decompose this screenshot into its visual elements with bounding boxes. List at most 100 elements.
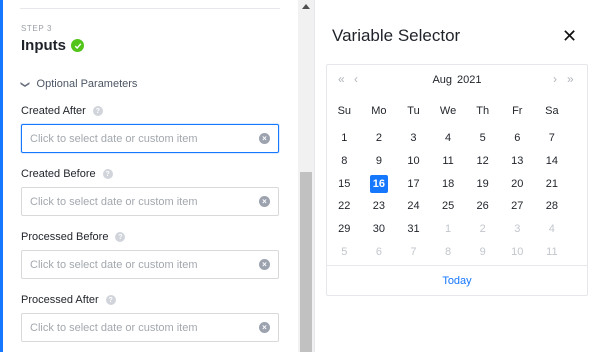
day-cell[interactable]: 7	[535, 129, 570, 147]
day-cell[interactable]: 21	[535, 175, 570, 193]
day-number: 7	[410, 245, 417, 258]
day-cell[interactable]: 17	[396, 175, 431, 193]
day-number: 20	[511, 177, 524, 190]
day-cell[interactable]: 5	[327, 243, 362, 261]
day-cell[interactable]: 1	[431, 220, 466, 238]
day-cell[interactable]: 12	[465, 152, 500, 170]
day-cell[interactable]: 30	[362, 220, 397, 238]
prev-month-icon[interactable]: ‹	[354, 72, 358, 86]
day-cell[interactable]: 1	[327, 129, 362, 147]
calendar-month[interactable]: Aug	[432, 74, 452, 86]
selected-day-cell[interactable]: 16	[362, 174, 397, 193]
day-cell[interactable]: 3	[500, 220, 535, 238]
date-picker-calendar: « ‹ Aug 2021 › » Su Mo Tu We Th Fr Sa 12345678…	[326, 64, 588, 296]
calendar-year[interactable]: 2021	[457, 74, 481, 86]
day-cell[interactable]: 6	[500, 129, 535, 147]
day-number: 7	[548, 132, 555, 145]
optional-parameters-toggle[interactable]: ❯ Optional Parameters	[20, 78, 137, 90]
clear-icon[interactable]: ×	[259, 196, 270, 207]
day-cell[interactable]: 4	[431, 129, 466, 147]
day-number: 11	[442, 155, 454, 168]
week-row: 29 30 31 1 2 3 4	[327, 218, 587, 241]
day-cell[interactable]: 9	[362, 152, 397, 170]
day-cell[interactable]: 5	[465, 129, 500, 147]
week-row: 15 16 17 18 19 20 21	[327, 172, 587, 195]
day-cell[interactable]: 22	[327, 197, 362, 215]
input-placeholder: Click to select date or custom item	[30, 195, 198, 208]
clear-icon[interactable]: ×	[259, 322, 270, 333]
processed-after-input[interactable]: Click to select date or custom item ×	[21, 313, 279, 342]
day-cell[interactable]: 27	[500, 197, 535, 215]
day-cell[interactable]: 19	[465, 175, 500, 193]
day-number: 21	[545, 177, 558, 190]
created-after-input[interactable]: Click to select date or custom item ×	[21, 124, 279, 153]
day-cell[interactable]: 24	[396, 197, 431, 215]
week-row: 1 2 3 4 5 6 7	[327, 127, 587, 150]
day-number: 6	[375, 245, 382, 258]
help-icon[interactable]: ?	[92, 106, 103, 116]
today-button[interactable]: Today	[442, 275, 471, 287]
help-icon[interactable]: ?	[105, 295, 116, 305]
field-label-created-before: Created Before ?	[21, 168, 113, 180]
day-cell[interactable]: 28	[535, 197, 570, 215]
day-cell[interactable]: 15	[327, 175, 362, 193]
day-number: 4	[548, 223, 555, 236]
week-row: 5 6 7 8 9 10 11	[327, 240, 587, 263]
clear-icon[interactable]: ×	[259, 259, 270, 270]
weekday-header: Su Mo Tu We Th Fr Sa	[327, 105, 587, 117]
scrollbar-thumb[interactable]	[300, 172, 312, 352]
help-icon[interactable]: ?	[102, 169, 113, 179]
day-number: 18	[441, 177, 455, 190]
step-title-text: Inputs	[21, 37, 66, 54]
processed-before-input[interactable]: Click to select date or custom item ×	[21, 250, 279, 279]
day-cell[interactable]: 25	[431, 197, 466, 215]
day-number: 29	[338, 223, 351, 236]
step-label: STEP 3	[21, 24, 53, 33]
day-cell[interactable]: 14	[535, 152, 570, 170]
day-cell[interactable]: 23	[362, 197, 397, 215]
day-cell[interactable]: 8	[327, 152, 362, 170]
day-cell[interactable]: 8	[431, 243, 466, 261]
day-number: 27	[511, 200, 524, 213]
day-cell[interactable]: 10	[500, 243, 535, 261]
day-cell[interactable]: 20	[500, 175, 535, 193]
day-cell[interactable]: 9	[465, 243, 500, 261]
day-cell[interactable]: 7	[396, 243, 431, 261]
day-cell[interactable]: 10	[396, 152, 431, 170]
day-number: 15	[338, 177, 351, 190]
clear-icon[interactable]: ×	[259, 133, 270, 144]
weekday-label: Mo	[371, 105, 387, 117]
next-year-icon[interactable]: »	[567, 72, 574, 86]
day-cell[interactable]: 6	[362, 243, 397, 261]
calendar-footer: Today	[327, 265, 587, 295]
chevron-down-icon: ❯	[20, 80, 31, 88]
day-cell[interactable]: 26	[465, 197, 500, 215]
weekday-label: Sa	[545, 105, 559, 117]
prev-year-icon[interactable]: «	[338, 72, 345, 86]
day-cell[interactable]: 4	[535, 220, 570, 238]
day-cell[interactable]: 11	[535, 243, 570, 261]
day-cell[interactable]: 3	[396, 129, 431, 147]
day-number: 5	[341, 245, 348, 258]
day-cell[interactable]: 2	[362, 129, 397, 147]
day-cell[interactable]: 29	[327, 220, 362, 238]
day-cell[interactable]: 13	[500, 152, 535, 170]
day-cell[interactable]: 11	[431, 152, 466, 170]
day-number: 9	[479, 245, 486, 258]
day-number: 23	[372, 200, 386, 213]
day-cell[interactable]: 2	[465, 220, 500, 238]
help-icon[interactable]: ?	[115, 232, 126, 242]
field-label-text: Created Before	[21, 168, 96, 180]
scroll-up-arrow-icon[interactable]	[302, 4, 310, 9]
next-month-icon[interactable]: ›	[553, 72, 557, 86]
day-number: 25	[441, 200, 455, 213]
step-title: Inputs	[21, 37, 84, 54]
close-icon[interactable]: ✕	[562, 26, 577, 46]
divider	[20, 8, 280, 9]
calendar-header: « ‹ Aug 2021 › »	[327, 65, 587, 95]
created-before-input[interactable]: Click to select date or custom item ×	[21, 187, 279, 216]
day-number: 28	[545, 200, 558, 213]
day-cell[interactable]: 31	[396, 220, 431, 238]
day-number: 8	[445, 245, 452, 258]
day-cell[interactable]: 18	[431, 175, 466, 193]
